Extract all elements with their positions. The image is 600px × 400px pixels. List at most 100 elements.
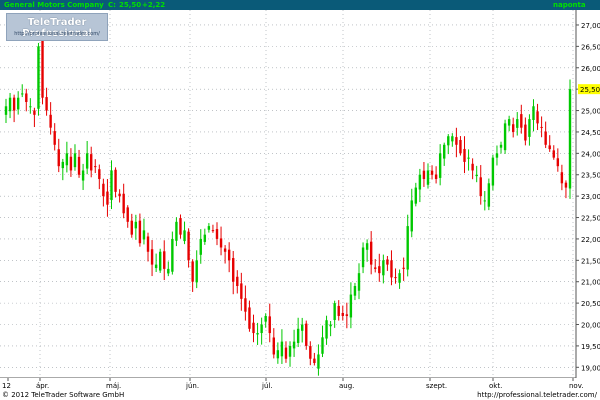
candle-body xyxy=(394,277,397,279)
candle-body xyxy=(479,177,482,197)
candlestick-chart: 19,00 19,50 20,00 20,50 21,00 21,50 22,00 22,50… xyxy=(0,10,600,391)
candle-body xyxy=(195,260,198,283)
x-tick-label: okt. xyxy=(489,382,502,390)
candle-body xyxy=(16,97,20,110)
candle-body xyxy=(402,267,405,269)
candle-body xyxy=(540,126,543,128)
candle-body xyxy=(12,97,16,111)
candle-body xyxy=(232,258,235,282)
y-tick-label: 27,00 xyxy=(581,22,600,30)
candle-body xyxy=(507,119,511,126)
y-tick-label: 24,00 xyxy=(581,150,600,158)
candle-body xyxy=(361,247,365,268)
candle-body xyxy=(240,283,243,299)
candle-body xyxy=(556,158,560,167)
y-tick-label: 19,00 xyxy=(581,364,600,372)
candle-body xyxy=(61,161,65,169)
close-value: 25,50 xyxy=(119,1,142,9)
candle-body xyxy=(118,193,121,197)
candle-body xyxy=(353,286,357,296)
candle-body xyxy=(37,46,40,109)
candle-body xyxy=(487,183,491,207)
candle-body xyxy=(219,238,223,248)
x-tick-label: júl. xyxy=(261,382,273,390)
candle-body xyxy=(45,97,48,111)
candle-body xyxy=(414,187,418,204)
y-tick-label: 26,00 xyxy=(581,65,600,73)
y-tick-label: 26,50 xyxy=(581,43,600,51)
candle-body xyxy=(211,230,215,232)
candle-body xyxy=(90,154,93,171)
candle-body xyxy=(483,200,486,202)
candle-body xyxy=(544,131,547,145)
x-tick-label: máj. xyxy=(106,382,121,390)
candle-body xyxy=(126,207,129,222)
candle-body xyxy=(49,114,52,128)
candle-body xyxy=(77,156,81,175)
candle-body xyxy=(102,183,105,197)
candle-body xyxy=(106,191,109,205)
candle-body xyxy=(134,221,138,229)
last-price-label: 25,50 xyxy=(580,86,600,94)
close-label: C: xyxy=(108,1,116,9)
y-tick-label: 23,50 xyxy=(581,172,600,180)
candle-body xyxy=(179,218,182,235)
candle-body xyxy=(199,238,202,255)
candle-body xyxy=(317,354,320,369)
candle-body xyxy=(154,264,158,269)
candle-body xyxy=(215,229,219,239)
candle-body xyxy=(365,243,369,250)
candle-body xyxy=(471,163,474,171)
candle-body xyxy=(227,249,231,261)
x-tick-label: ápr. xyxy=(36,382,49,390)
candle-body xyxy=(467,157,470,159)
candle-body xyxy=(65,153,69,166)
candle-body xyxy=(244,298,247,312)
candle-body xyxy=(21,93,24,95)
instrument-title: General Motors Company xyxy=(4,1,104,9)
period-label: naponta xyxy=(553,1,586,9)
y-tick-label: 20,50 xyxy=(581,300,600,308)
candle-body xyxy=(503,123,507,151)
candle-body xyxy=(382,260,385,276)
candle-body xyxy=(114,169,117,192)
candle-body xyxy=(349,294,353,318)
candle-body xyxy=(150,249,154,265)
candle-body xyxy=(138,220,142,244)
candle-body xyxy=(187,231,190,261)
candle-body xyxy=(260,324,263,334)
candle-body xyxy=(183,230,186,242)
candle-body xyxy=(520,114,523,128)
candle-body xyxy=(276,350,280,359)
candle-body xyxy=(451,136,454,142)
candle-body xyxy=(252,322,255,334)
candle-body xyxy=(69,156,73,171)
candle-body xyxy=(41,40,44,98)
candle-body xyxy=(321,337,324,354)
candle-body xyxy=(163,251,166,269)
candle-body xyxy=(560,172,564,184)
candle-body xyxy=(122,193,125,214)
x-tick-label: nov. xyxy=(569,382,584,390)
x-axis-panel xyxy=(0,378,600,391)
copyright-text: © 2012 TeleTrader Software GmbH xyxy=(2,391,125,399)
candle-body xyxy=(325,320,328,339)
candle-body xyxy=(158,251,162,271)
candle-body xyxy=(146,236,150,252)
candle-body xyxy=(524,124,527,141)
candle-body xyxy=(552,150,555,158)
candle-body xyxy=(284,347,288,359)
candle-body xyxy=(390,260,393,278)
candle-body xyxy=(406,226,409,270)
candle-body xyxy=(296,328,300,343)
candle-body xyxy=(418,174,422,190)
candle-body xyxy=(85,153,89,169)
candle-body xyxy=(272,337,275,355)
candle-body xyxy=(499,144,503,148)
footer-url[interactable]: http://professional.teletrader.com/ xyxy=(477,391,597,400)
candle-body xyxy=(438,153,442,178)
candle-body xyxy=(248,307,251,329)
candle-body xyxy=(398,273,401,283)
candle-body xyxy=(81,170,85,181)
candle-body xyxy=(53,131,56,145)
